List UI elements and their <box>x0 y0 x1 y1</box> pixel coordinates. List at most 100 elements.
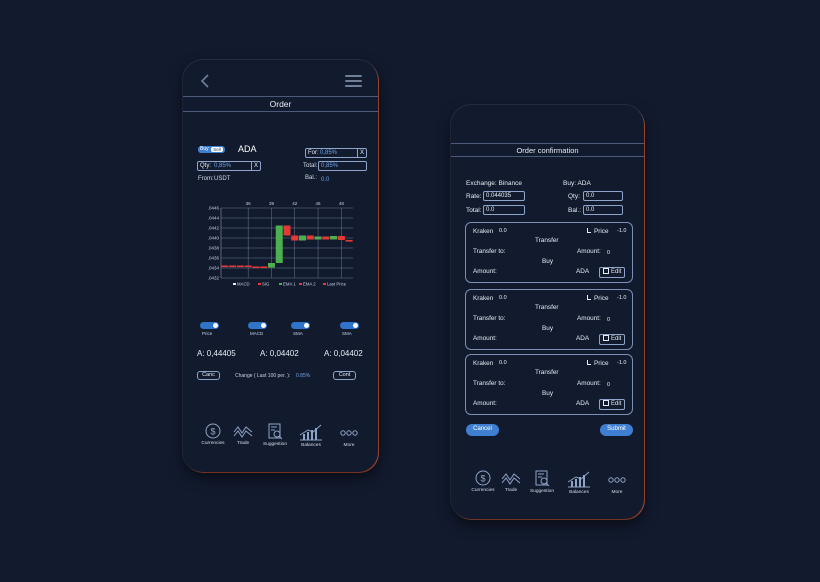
card-transfer: Transfer <box>535 237 559 244</box>
edit-button[interactable]: Edit <box>599 334 625 345</box>
sell-label[interactable]: Sell <box>211 147 223 152</box>
price-corner-icon <box>587 228 591 233</box>
card-exchange: Kraken <box>473 360 494 367</box>
exchange-card: Kraken 0.0 Price -1.0 Transfer Transfer … <box>465 289 633 350</box>
card-exchange-value: 0.0 <box>499 295 507 301</box>
rate-field[interactable]: 0.044035 <box>483 191 525 201</box>
candle <box>330 236 338 240</box>
card-price-label: Price <box>594 228 609 235</box>
edit-label: Edit <box>611 336 622 342</box>
total-field[interactable]: 0.0 <box>483 205 525 215</box>
cancel-button[interactable]: Canc <box>197 371 220 380</box>
y-tick-label: .0444 <box>208 216 220 221</box>
exchange-card: Kraken 0.0 Price -1.0 Transfer Transfer … <box>465 222 633 283</box>
exchange-card: Kraken 0.0 Price -1.0 Transfer Transfer … <box>465 354 633 415</box>
order-screen: Order Buy Sell ADA For: 0,85% X Qty: 0,8… <box>183 60 378 472</box>
hamburger-menu-icon[interactable] <box>345 75 362 89</box>
card-transfer: Transfer <box>535 369 559 376</box>
qty-field[interactable]: Qty: 0,85% X <box>197 161 261 171</box>
toggle-1[interactable] <box>248 322 267 329</box>
card-price-value: -1.0 <box>617 228 627 234</box>
nav-label: Suggestion <box>262 442 287 447</box>
for-value: 0,85% <box>320 150 338 156</box>
price-a3: A: 0,04402 <box>324 349 363 358</box>
card-price-label: Price <box>594 360 609 367</box>
card-price-value: -1.0 <box>617 295 627 301</box>
price-a2: A: 0,04402 <box>260 349 299 358</box>
nav-label: Suggestion <box>529 489 554 494</box>
card-buy: Buy <box>542 258 554 265</box>
y-tick-label: .0434 <box>208 266 220 271</box>
rate-label: Rate: <box>466 193 482 200</box>
cancel-button[interactable]: Cancel <box>466 424 499 436</box>
toggle-2[interactable] <box>291 322 310 329</box>
page-title: Order confirmation <box>516 146 579 155</box>
qty-field[interactable]: 0.0 <box>583 191 623 201</box>
y-tick-label: .0438 <box>208 246 220 251</box>
continue-button[interactable]: Cont <box>333 371 356 380</box>
buy-label[interactable]: Buy <box>200 146 209 153</box>
buy-sell-toggle[interactable]: Buy Sell <box>198 146 225 153</box>
bal-label: Bal.: <box>305 175 318 181</box>
from-value: USDT <box>214 176 231 182</box>
y-tick-label: .0446 <box>208 206 220 211</box>
toggle-0[interactable] <box>200 322 219 329</box>
edit-button[interactable]: Edit <box>599 267 625 278</box>
candle <box>345 240 353 242</box>
qty-label: Qty: <box>568 193 580 200</box>
edit-icon <box>603 400 609 406</box>
bal-field[interactable]: 0.0 <box>583 205 623 215</box>
card-buy: Buy <box>542 325 554 332</box>
asset-name: ADA <box>238 144 257 154</box>
x-tick-label: 45 <box>316 201 322 206</box>
candle <box>283 225 291 236</box>
submit-button[interactable]: Submit <box>600 424 633 436</box>
edit-icon <box>603 335 609 341</box>
total-label: Total: <box>466 207 482 214</box>
total-value[interactable]: 0,85% <box>318 161 367 171</box>
legend-label: EMA 2 <box>303 281 316 286</box>
toggle-label: MACD <box>250 331 264 336</box>
legend-label: EMA 1 <box>283 281 296 286</box>
edit-button[interactable]: Edit <box>599 399 625 410</box>
nav-item-more[interactable]: More <box>597 476 637 495</box>
card-transfer: Transfer <box>535 304 559 311</box>
nav-label: Balances <box>301 443 321 448</box>
bal-label: Bal.: <box>568 207 582 214</box>
divider <box>183 111 378 112</box>
card-asset: ADA <box>576 400 590 407</box>
back-arrow-icon[interactable] <box>199 74 211 88</box>
nav-item-suggestion[interactable]: Suggestion <box>522 470 562 494</box>
x-tick-label: 39 <box>269 201 275 206</box>
legend-label: MACD <box>237 281 250 286</box>
price-corner-icon <box>587 295 591 300</box>
nav-label: More <box>343 443 355 448</box>
card-amount-label-2: Amount: <box>473 268 497 275</box>
candle <box>260 266 268 269</box>
candle <box>236 265 244 268</box>
order-confirmation-screen: Order confirmation Exchange: Binance Buy… <box>451 105 644 519</box>
bal-value: 0.0 <box>321 177 330 183</box>
nav-label: Balances <box>569 490 589 495</box>
candle <box>291 235 299 241</box>
legend-swatch <box>258 283 261 285</box>
candle <box>314 236 322 240</box>
for-clear-button[interactable]: X <box>357 149 366 157</box>
card-exchange-value: 0.0 <box>499 228 507 234</box>
card-amount-value: 0 <box>607 317 611 323</box>
nav-item-suggestion[interactable]: Suggestion <box>255 423 295 447</box>
nav-item-balances[interactable]: Balances <box>559 470 599 495</box>
legend-swatch <box>323 283 326 285</box>
card-price-value: -1.0 <box>617 360 627 366</box>
card-asset: ADA <box>576 335 590 342</box>
toggle-3[interactable] <box>340 322 359 329</box>
nav-item-balances[interactable]: Balances <box>291 423 331 448</box>
x-tick-label: 36 <box>246 201 252 206</box>
nav-item-more[interactable]: More <box>329 429 369 448</box>
svg-text:$: $ <box>480 474 485 484</box>
toggle-label: SMA <box>342 331 352 336</box>
price-corner-icon <box>587 360 591 365</box>
qty-clear-button[interactable]: X <box>251 162 260 170</box>
svg-text:$: $ <box>210 427 215 437</box>
for-field[interactable]: For: 0,85% X <box>305 148 367 158</box>
